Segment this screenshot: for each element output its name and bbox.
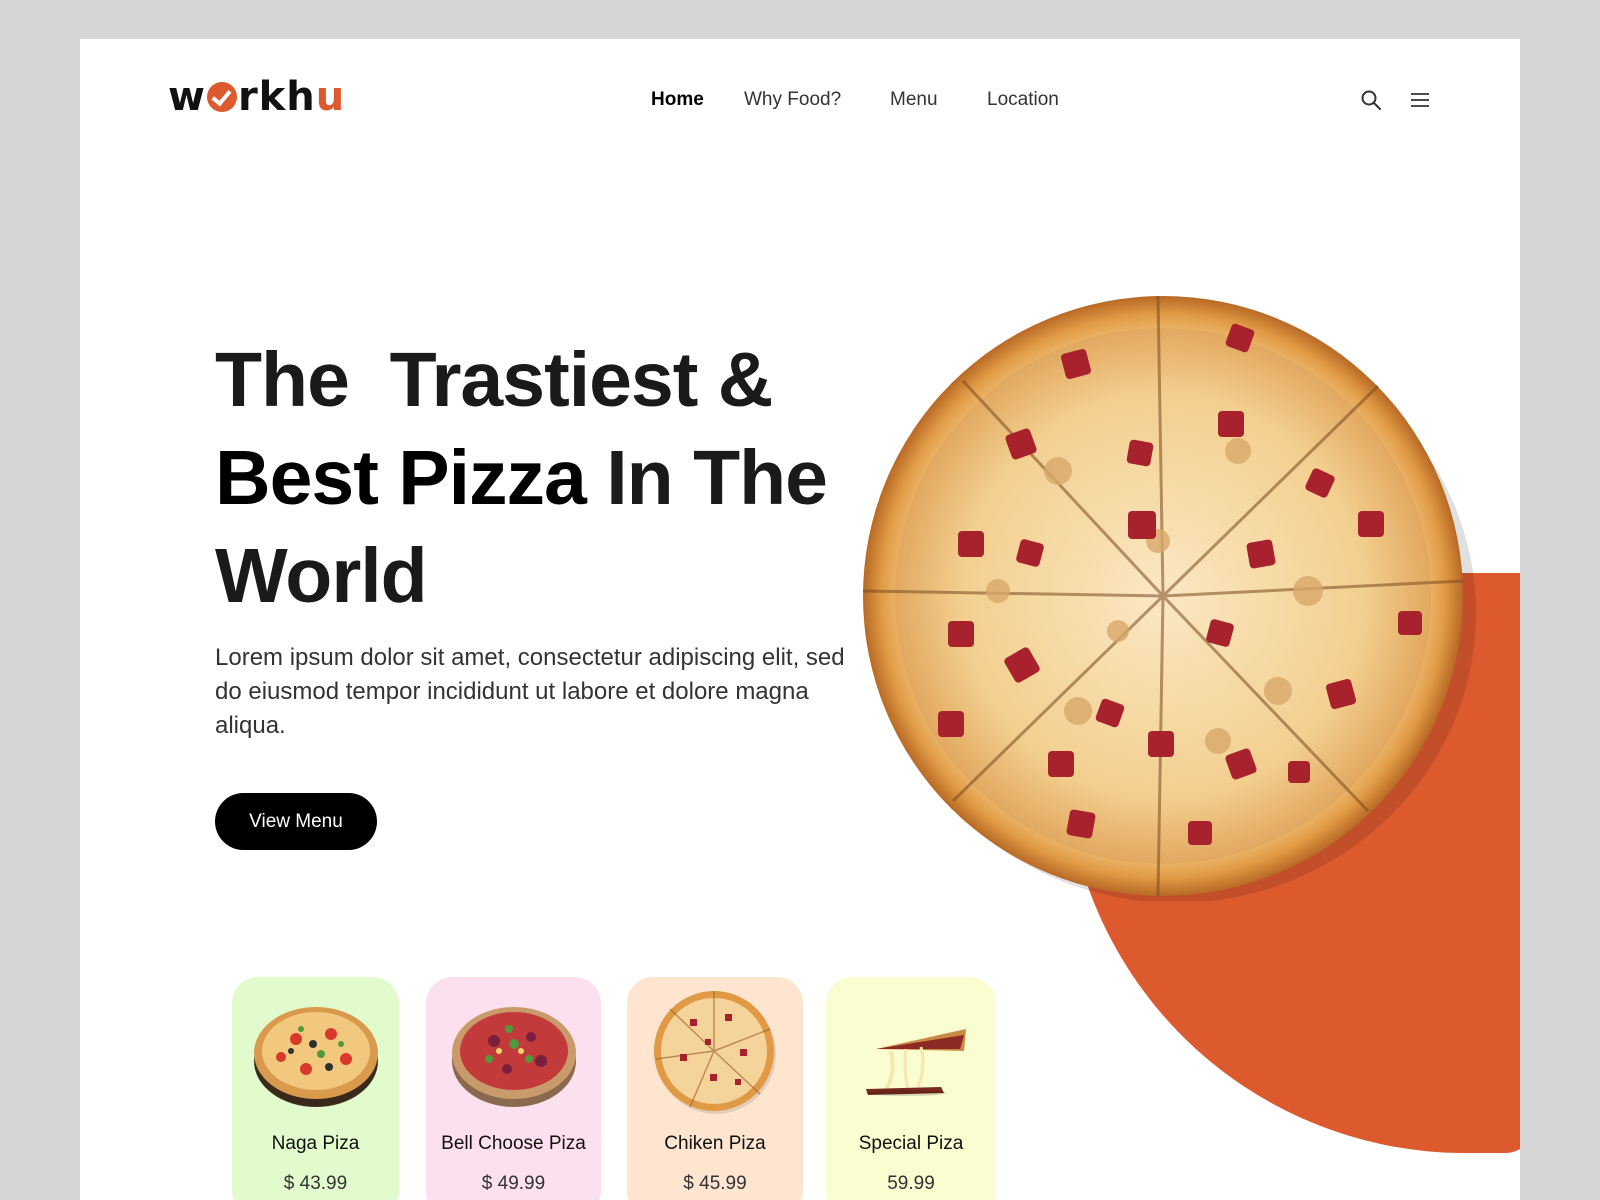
hero-pizza-image <box>862 295 1476 901</box>
nav-item-why-food[interactable]: Why Food? <box>744 89 841 111</box>
workhu-logo[interactable]: w rkhu <box>168 77 345 117</box>
logo-text-u: u <box>315 74 346 120</box>
card-name: Chiken Piza <box>664 1133 766 1154</box>
hero-title-bold: Best Pizza <box>215 435 587 521</box>
product-card-bell-choose-piza[interactable]: Bell Choose Piza $ 49.99 <box>426 977 601 1200</box>
product-card-chiken-piza[interactable]: Chiken Piza $ 45.99 <box>627 977 803 1200</box>
product-card-naga-piza[interactable]: Naga Piza $ 43.99 <box>232 977 399 1200</box>
hero-title: The Trastiest & Best Pizza In The World <box>215 331 935 625</box>
nav-item-location[interactable]: Location <box>987 89 1059 111</box>
naga-pizza-image <box>253 1007 378 1107</box>
card-price: $ 49.99 <box>481 1173 546 1194</box>
view-menu-button[interactable]: View Menu <box>215 793 377 850</box>
landing-page: w rkhu Home Why Food? Menu Location The T… <box>80 39 1520 1200</box>
search-icon[interactable] <box>1360 89 1382 111</box>
hero-title-rest: In The <box>585 435 828 521</box>
card-name: Naga Piza <box>271 1133 360 1154</box>
logo-text-rkh: rkh <box>237 74 316 120</box>
hero-title-line1: The Trastiest & <box>215 337 773 423</box>
hero-description: Lorem ipsum dolor sit amet, consectetur … <box>215 644 845 739</box>
card-price: $ 45.99 <box>683 1173 747 1194</box>
product-card-special-piza[interactable]: Special Piza 59.99 <box>826 977 996 1200</box>
bell-choose-pizza-image <box>451 1007 576 1107</box>
hero-title-line3: World <box>215 533 428 619</box>
logo-check-mark-icon <box>206 82 237 112</box>
hamburger-menu-icon[interactable] <box>1409 89 1431 111</box>
nav-item-home[interactable]: Home <box>651 89 704 111</box>
card-price: $ 43.99 <box>283 1173 348 1194</box>
chiken-pizza-image <box>654 991 776 1114</box>
special-pizza-slice-image <box>866 1029 966 1096</box>
card-price: 59.99 <box>887 1173 935 1194</box>
logo-text-w: w <box>168 74 206 120</box>
nav-item-menu[interactable]: Menu <box>890 89 938 111</box>
card-name: Bell Choose Piza <box>441 1133 586 1154</box>
card-name: Special Piza <box>858 1133 964 1154</box>
